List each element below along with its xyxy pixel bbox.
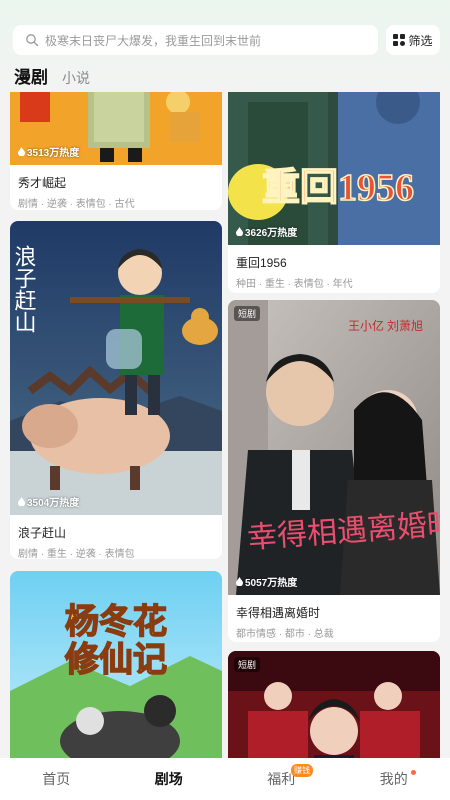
drama-card[interactable]: 短剧: [228, 651, 440, 758]
cover-image: 杨冬花 修仙记: [10, 571, 222, 758]
card-title: 重回1956: [236, 256, 287, 270]
nav-home[interactable]: 首页: [0, 758, 113, 800]
cover-calligraphy-line1: 杨冬花: [65, 603, 167, 641]
card-title: 幸得相遇离婚时: [236, 606, 321, 620]
cover-image: 王小亿 刘萧旭 幸得相遇离婚时 短剧 5057万热度: [228, 300, 440, 595]
category-tabs: 漫剧 小说: [14, 63, 90, 88]
heat-label: 3513万热度: [18, 144, 79, 159]
flame-icon: [18, 147, 25, 156]
cover-title-art: 重回1956: [262, 167, 414, 209]
tab-manju[interactable]: 漫剧: [14, 63, 48, 88]
short-drama-badge: 短剧: [234, 657, 261, 672]
heat-label: 3626万热度: [236, 224, 297, 239]
bottom-nav: 首页 剧场 福利 赚钱 我的: [0, 758, 450, 800]
nav-welfare[interactable]: 福利 赚钱: [225, 758, 338, 800]
cover-calligraphy-line2: 修仙记: [64, 641, 167, 679]
flame-icon: [236, 577, 243, 586]
filter-button[interactable]: 筛选: [386, 25, 440, 55]
cover-calligraphy: 浪子赶山: [12, 245, 37, 333]
cover-image: 重回1956 3626万热度: [228, 92, 440, 245]
drama-feed: 3513万热度 秀才崛起 剧情 · 逆袭 · 表情包 · 古代 浪子赶山 350…: [0, 92, 450, 758]
card-tags: 剧情 · 重生 · 逆袭 · 表情包: [18, 549, 135, 559]
nav-theater[interactable]: 剧场: [113, 758, 226, 800]
card-title: 浪子赶山: [18, 526, 67, 540]
drama-card[interactable]: 杨冬花 修仙记: [10, 571, 222, 758]
drama-card[interactable]: 3513万热度 秀才崛起 剧情 · 逆袭 · 表情包 · 古代: [10, 92, 222, 210]
cover-image: 浪子赶山 3504万热度: [10, 221, 222, 515]
card-tags: 都市情感 · 都市 · 总裁: [236, 629, 334, 640]
heat-label: 5057万热度: [236, 574, 297, 589]
short-drama-badge: 短剧: [234, 306, 261, 321]
search-input[interactable]: 极寒末日丧尸大爆发，我重生回到末世前: [13, 25, 378, 55]
nav-profile[interactable]: 我的: [338, 758, 450, 800]
drama-card[interactable]: 重回1956 3626万热度 重回1956 种田 · 重生 · 表情包 · 年代: [228, 92, 440, 293]
cover-image: 3513万热度: [10, 92, 222, 165]
search-icon: [26, 34, 39, 47]
heat-label: 3504万热度: [18, 494, 79, 509]
filter-label: 筛选: [408, 33, 433, 48]
earn-money-badge: 赚钱: [291, 764, 313, 777]
notification-dot: [410, 770, 416, 775]
cover-image: 短剧: [228, 651, 440, 758]
card-title: 秀才崛起: [18, 176, 67, 190]
tab-novel[interactable]: 小说: [62, 68, 90, 88]
drama-card[interactable]: 王小亿 刘萧旭 幸得相遇离婚时 短剧 5057万热度 幸得相遇离婚时 都市情感 …: [228, 300, 440, 642]
cover-small-text: 王小亿 刘萧旭: [348, 318, 423, 333]
card-tags: 剧情 · 逆袭 · 表情包 · 古代: [18, 199, 135, 210]
top-bar: 极寒末日丧尸大爆发，我重生回到末世前 筛选 漫剧 小说: [0, 0, 450, 92]
search-placeholder: 极寒末日丧尸大爆发，我重生回到末世前: [45, 33, 262, 48]
drama-card[interactable]: 浪子赶山 3504万热度 浪子赶山 剧情 · 重生 · 逆袭 · 表情包: [10, 221, 222, 559]
card-tags: 种田 · 重生 · 表情包 · 年代: [236, 279, 353, 290]
flame-icon: [18, 497, 25, 506]
grid-icon: [393, 34, 406, 46]
flame-icon: [236, 227, 243, 236]
